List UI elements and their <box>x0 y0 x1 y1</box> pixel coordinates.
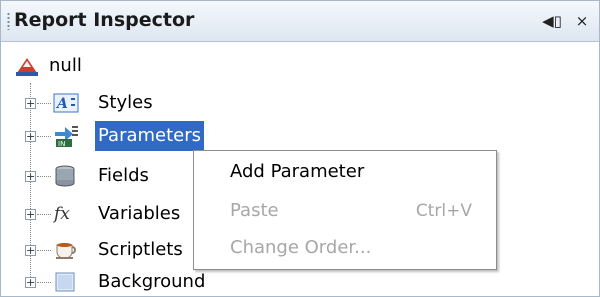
tree-item-styles[interactable]: + A Styles <box>1 88 600 118</box>
tree-item-background[interactable]: + Background <box>1 267 600 297</box>
close-icon[interactable]: × <box>571 11 593 31</box>
menu-shortcut-paste: Ctrl+V <box>415 201 472 221</box>
expand-icon[interactable]: + <box>25 98 36 109</box>
tree-item-label: Fields <box>98 165 149 186</box>
parameters-icon: IN <box>55 126 78 148</box>
svg-text:fx: fx <box>53 204 70 224</box>
menu-item-add-parameter[interactable]: Add Parameter <box>230 161 364 182</box>
svg-text:IN: IN <box>58 140 65 148</box>
styles-icon: A <box>53 93 79 113</box>
tree-root-label: null <box>49 55 82 76</box>
svg-text:A: A <box>55 96 68 112</box>
tree-item-label: Parameters <box>95 121 205 151</box>
tree-root[interactable]: null <box>1 51 600 81</box>
tree-item-parameters[interactable]: + IN Parameters <box>1 121 600 151</box>
report-icon <box>16 58 38 76</box>
panel-titlebar: Report Inspector ◀▯ × <box>1 1 599 42</box>
background-icon <box>55 272 75 292</box>
expand-icon[interactable]: + <box>25 277 36 288</box>
report-inspector-panel: Report Inspector ◀▯ × null + A Styles + <box>0 0 600 297</box>
expand-icon[interactable]: + <box>25 209 36 220</box>
expand-icon[interactable]: + <box>25 171 36 182</box>
pin-icon[interactable]: ◀▯ <box>541 11 563 31</box>
expand-icon[interactable]: + <box>25 131 36 142</box>
variables-icon: fx <box>53 204 70 224</box>
drag-grip-icon[interactable] <box>7 12 10 30</box>
tree-item-label: Scriptlets <box>98 239 183 260</box>
menu-item-change-order[interactable]: Change Order... <box>230 237 371 258</box>
context-menu: Add Parameter Paste Ctrl+V Change Order.… <box>193 150 497 270</box>
fields-icon <box>55 165 75 187</box>
menu-item-paste[interactable]: Paste <box>230 200 279 221</box>
panel-title: Report Inspector <box>14 9 195 31</box>
expand-icon[interactable]: + <box>25 245 36 256</box>
tree-item-label: Styles <box>98 92 153 113</box>
scriptlets-icon <box>56 243 76 259</box>
tree-item-label: Variables <box>98 203 181 224</box>
tree-item-label: Background <box>98 271 206 292</box>
